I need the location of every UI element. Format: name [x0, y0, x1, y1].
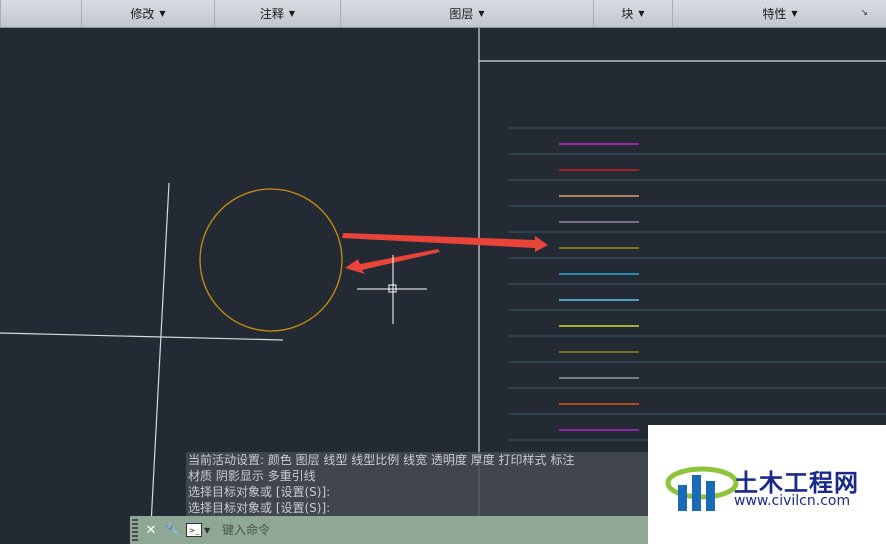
chevron-down-icon: ▼ [288, 9, 296, 18]
ribbon-panel-layers[interactable]: 图层 ▼ [340, 0, 593, 27]
wrench-icon[interactable]: 🔧 [164, 521, 182, 539]
command-history-line: 材质 阴影显示 多重引线 [186, 468, 648, 484]
arrow-right-icon [342, 233, 548, 252]
command-input[interactable] [220, 522, 648, 538]
chevron-down-icon: ▼ [204, 525, 211, 535]
linetype-swatches [559, 143, 639, 431]
watermark-url: www.civilcn.com [734, 493, 851, 509]
drawing-circle [199, 188, 343, 332]
command-history-line: 选择目标对象或 [设置(S)]: [186, 500, 648, 516]
command-history: 当前活动设置: 颜色 图层 线型 线型比例 线宽 透明度 厚度 打印样式 标注 … [186, 452, 648, 516]
ribbon-panel-label: 特性 [762, 7, 787, 21]
annotation-arrows [342, 233, 548, 274]
prompt-icon: >_ [186, 523, 202, 537]
command-history-line: 当前活动设置: 颜色 图层 线型 线型比例 线宽 透明度 厚度 打印样式 标注 [186, 452, 648, 468]
ribbon-panel-annotation[interactable]: 注释 ▼ [214, 0, 340, 27]
ribbon-panel-previous[interactable] [0, 0, 81, 27]
ribbon-panel-block[interactable]: 块 ▼ [593, 0, 672, 27]
ribbon-panel-label: 块 [621, 7, 634, 21]
ribbon-panel-properties[interactable]: 特性 ▼ [672, 0, 886, 27]
close-icon[interactable]: ✕ [142, 521, 160, 539]
ribbon-panel-label: 注释 [259, 7, 284, 21]
command-history-line: 选择目标对象或 [设置(S)]: [186, 484, 648, 500]
watermark-logo-icon [665, 466, 739, 511]
ribbon-panel-label: 修改 [130, 7, 155, 21]
ribbon-panel-modify[interactable]: 修改 ▼ [81, 0, 214, 27]
ribbon-panel-bar: 修改 ▼ 注释 ▼ 图层 ▼ 块 ▼ 特性 ▼ ↘ [0, 0, 886, 28]
drawing-line-horizontal [0, 332, 284, 341]
ribbon-panel-label: 图层 [449, 7, 474, 21]
drawing-line-vertical [149, 182, 170, 544]
dialog-launcher-icon[interactable]: ↘ [860, 8, 868, 18]
drag-handle-icon[interactable] [132, 519, 138, 541]
chevron-down-icon: ▼ [791, 9, 798, 18]
chevron-down-icon: ▼ [478, 9, 485, 18]
chevron-down-icon: ▼ [159, 9, 166, 18]
command-line: ✕ 🔧 >_ ▼ [130, 516, 648, 544]
chevron-down-icon: ▼ [638, 9, 645, 18]
watermark: 土木工程网 www.civilcn.com [648, 425, 886, 544]
command-prompt-dropdown[interactable]: >_ ▼ [186, 521, 216, 539]
